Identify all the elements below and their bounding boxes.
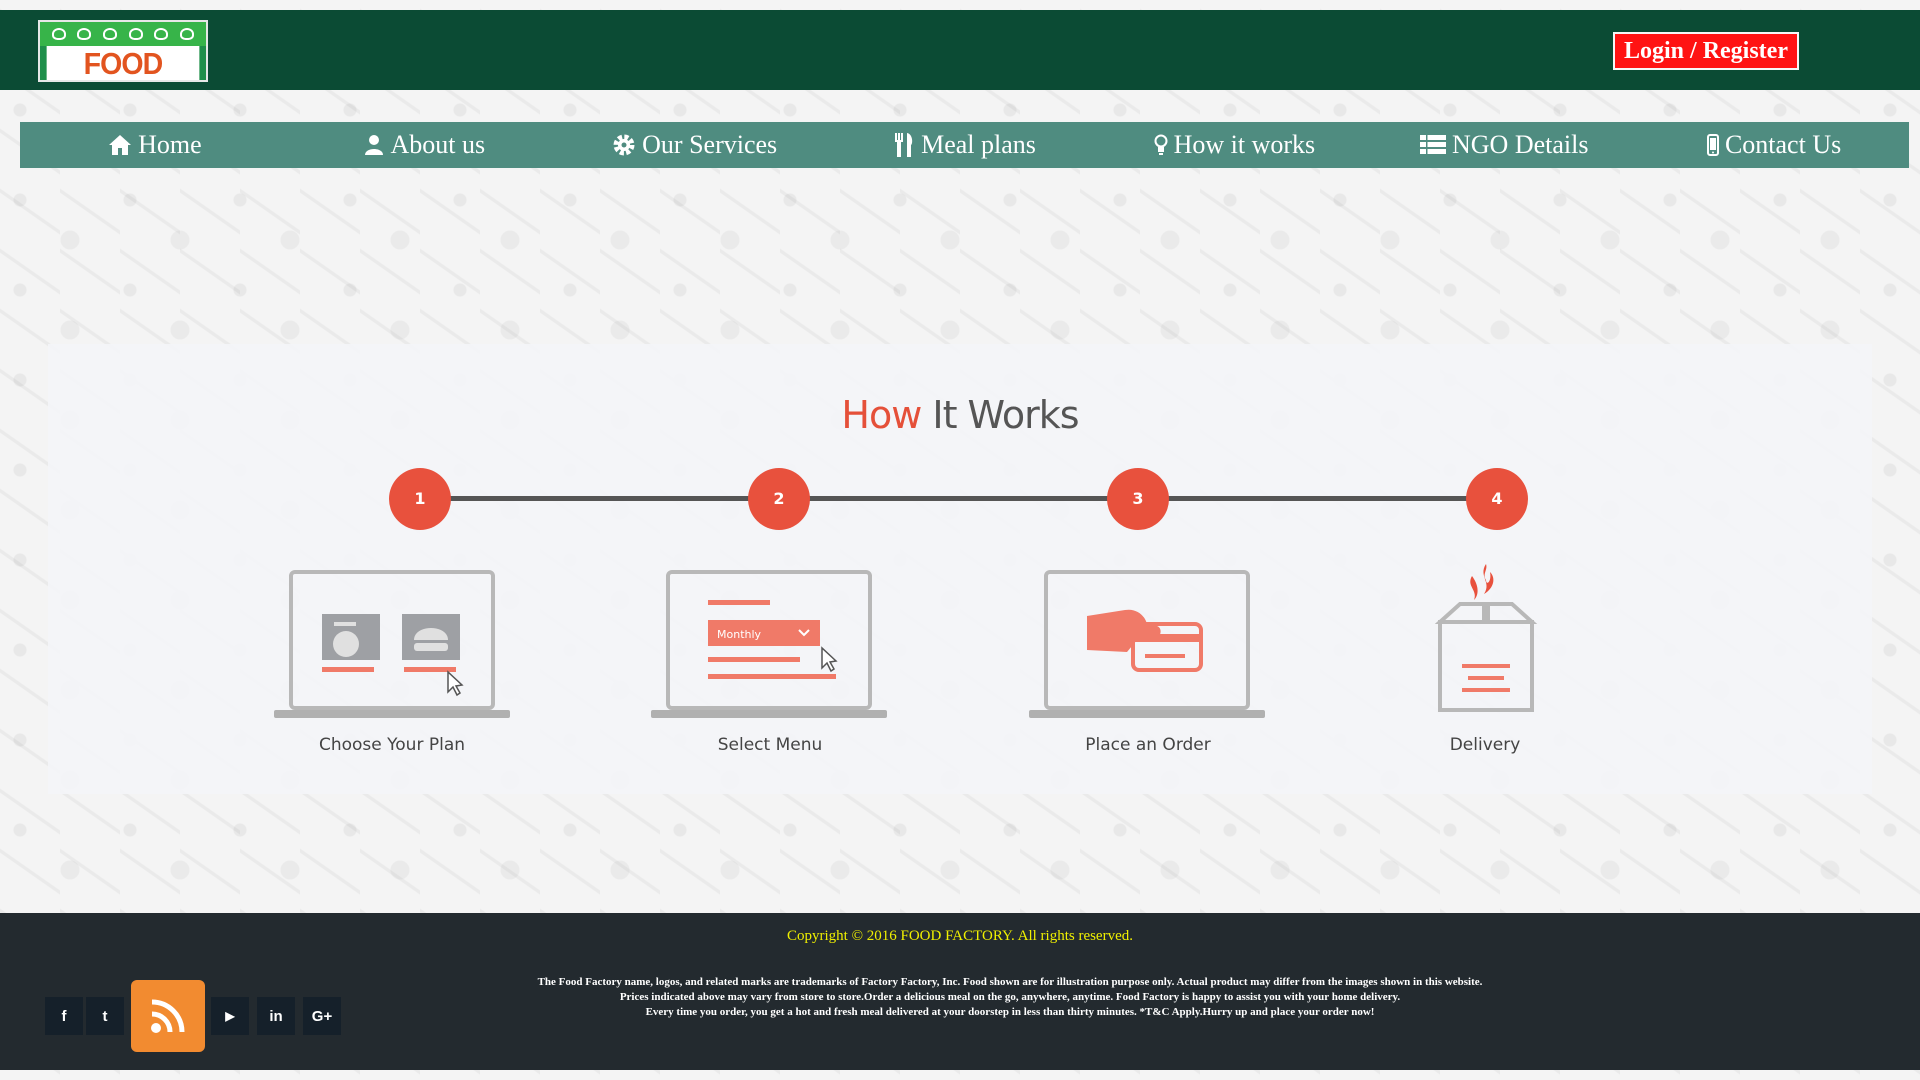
disclaimer: The Food Factory name, logos, and relate… — [360, 975, 1660, 1020]
home-icon — [108, 134, 132, 156]
copyright-text: Copyright © 2016 FOOD FACTORY. All right… — [787, 928, 1133, 944]
disclaimer-line-1: The Food Factory name, logos, and relate… — [537, 976, 1483, 988]
nav-label: How it works — [1173, 130, 1316, 159]
step-number-2: 2 — [748, 468, 810, 530]
linkedin-icon[interactable]: in — [257, 997, 295, 1035]
main-navbar: Home About us Our Services Meal plans Ho… — [20, 122, 1909, 168]
disclaimer-line-2: Prices indicated above may vary from sto… — [619, 991, 1401, 1003]
mobile-icon — [1706, 134, 1719, 156]
nav-label: NGO Details — [1451, 130, 1589, 159]
nav-label: Our Services — [642, 130, 778, 159]
nav-item-about[interactable]: About us — [290, 130, 560, 160]
logo-text: FOOD FACTORY — [46, 46, 200, 80]
nav-item-home[interactable]: Home — [20, 130, 290, 160]
step-label-2: Select Menu — [717, 735, 823, 755]
place-order-laptop-icon — [1029, 570, 1265, 718]
step-label-3: Place an Order — [1085, 735, 1211, 755]
twitter-icon[interactable]: t — [86, 997, 124, 1035]
header-bar: FOOD FACTORY Login / Register — [0, 10, 1920, 90]
nav-label: Meal plans — [921, 130, 1036, 159]
step-number-1: 1 — [389, 468, 451, 530]
logo-food-icons — [40, 22, 206, 46]
select-menu-laptop-icon: Monthly — [651, 570, 887, 718]
nav-label: Contact Us — [1724, 130, 1842, 159]
youtube-icon[interactable]: ▶ — [211, 997, 249, 1035]
step-label-1: Choose Your Plan — [318, 735, 466, 755]
user-icon — [364, 134, 384, 156]
list-icon — [1419, 134, 1446, 156]
delivery-box-icon — [1434, 564, 1538, 712]
timeline-line — [420, 496, 1496, 501]
lightbulb-icon — [1154, 134, 1168, 156]
google-plus-icon[interactable]: G+ — [303, 997, 341, 1035]
nav-item-meal-plans[interactable]: Meal plans — [830, 130, 1100, 160]
nav-item-contact[interactable]: Contact Us — [1639, 130, 1909, 160]
cutlery-icon — [893, 132, 915, 158]
title-accent: How — [841, 393, 922, 437]
nav-label: About us — [390, 130, 486, 159]
nav-item-how-it-works[interactable]: How it works — [1099, 130, 1369, 160]
food-factory-logo[interactable]: FOOD FACTORY — [38, 20, 208, 82]
monthly-dropdown-text: Monthly — [717, 628, 762, 641]
section-title: How It Works — [0, 393, 1920, 437]
step-number-3: 3 — [1107, 468, 1169, 530]
login-register-button[interactable]: Login / Register — [1613, 32, 1799, 70]
step-label-4: Delivery — [1449, 735, 1521, 755]
gear-icon — [612, 133, 636, 157]
nav-item-ngo-details[interactable]: NGO Details — [1369, 130, 1639, 160]
facebook-icon[interactable]: f — [45, 997, 83, 1035]
nav-item-services[interactable]: Our Services — [560, 130, 830, 160]
nav-label: Home — [138, 130, 202, 159]
rss-icon[interactable] — [131, 980, 205, 1052]
disclaimer-line-3: Every time you order, you get a hot and … — [645, 1006, 1375, 1018]
title-rest: It Works — [921, 393, 1079, 437]
step-number-4: 4 — [1466, 468, 1528, 530]
choose-plan-laptop-icon — [274, 570, 510, 718]
